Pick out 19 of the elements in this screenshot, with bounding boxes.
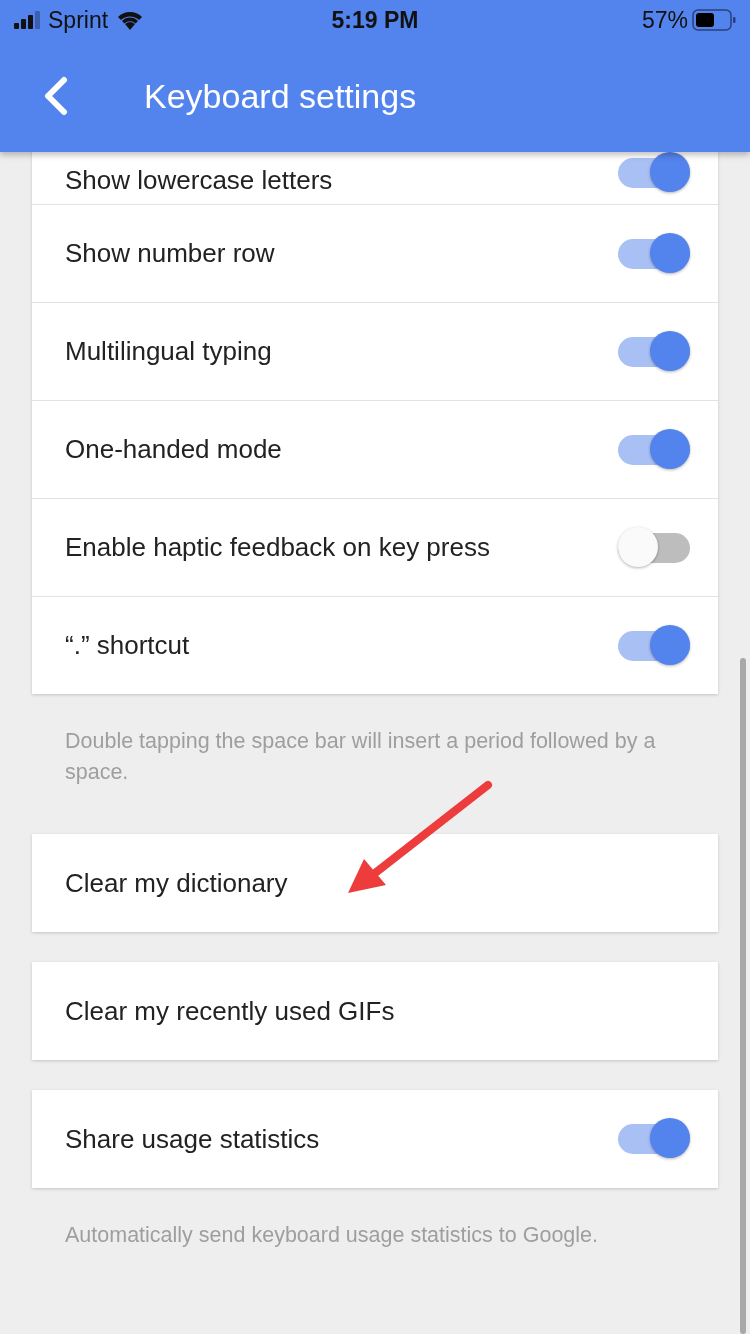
- setting-description: Automatically send keyboard usage statistics to Google.: [64, 1222, 599, 1249]
- setting-label: Multilingual typing: [65, 336, 272, 367]
- setting-label: Share usage statistics: [65, 1123, 320, 1155]
- setting-label: Show lowercase letters: [65, 165, 333, 196]
- screen-title: Keyboard settings: [144, 76, 417, 116]
- setting-label[interactable]: Clear my dictionary: [65, 867, 288, 899]
- setting-label: Enable haptic feedback on key press: [65, 532, 490, 563]
- wifi-icon: [116, 10, 145, 30]
- setting-label[interactable]: Clear my recently used GIFs: [65, 995, 395, 1027]
- setting-description: Double tapping the space bar will insert a period followed by a space.: [64, 728, 657, 786]
- clock-time: 5:19 PM: [331, 6, 419, 34]
- back-icon[interactable]: [42, 76, 70, 116]
- battery-percent: 57%: [641, 6, 688, 34]
- setting-label: “.” shortcut: [65, 630, 190, 661]
- signal-icon: [14, 11, 40, 29]
- carrier-name: Sprint: [48, 6, 109, 34]
- setting-label: Show number row: [65, 238, 275, 269]
- setting-label: One-handed mode: [65, 434, 282, 465]
- battery-icon: [692, 9, 736, 31]
